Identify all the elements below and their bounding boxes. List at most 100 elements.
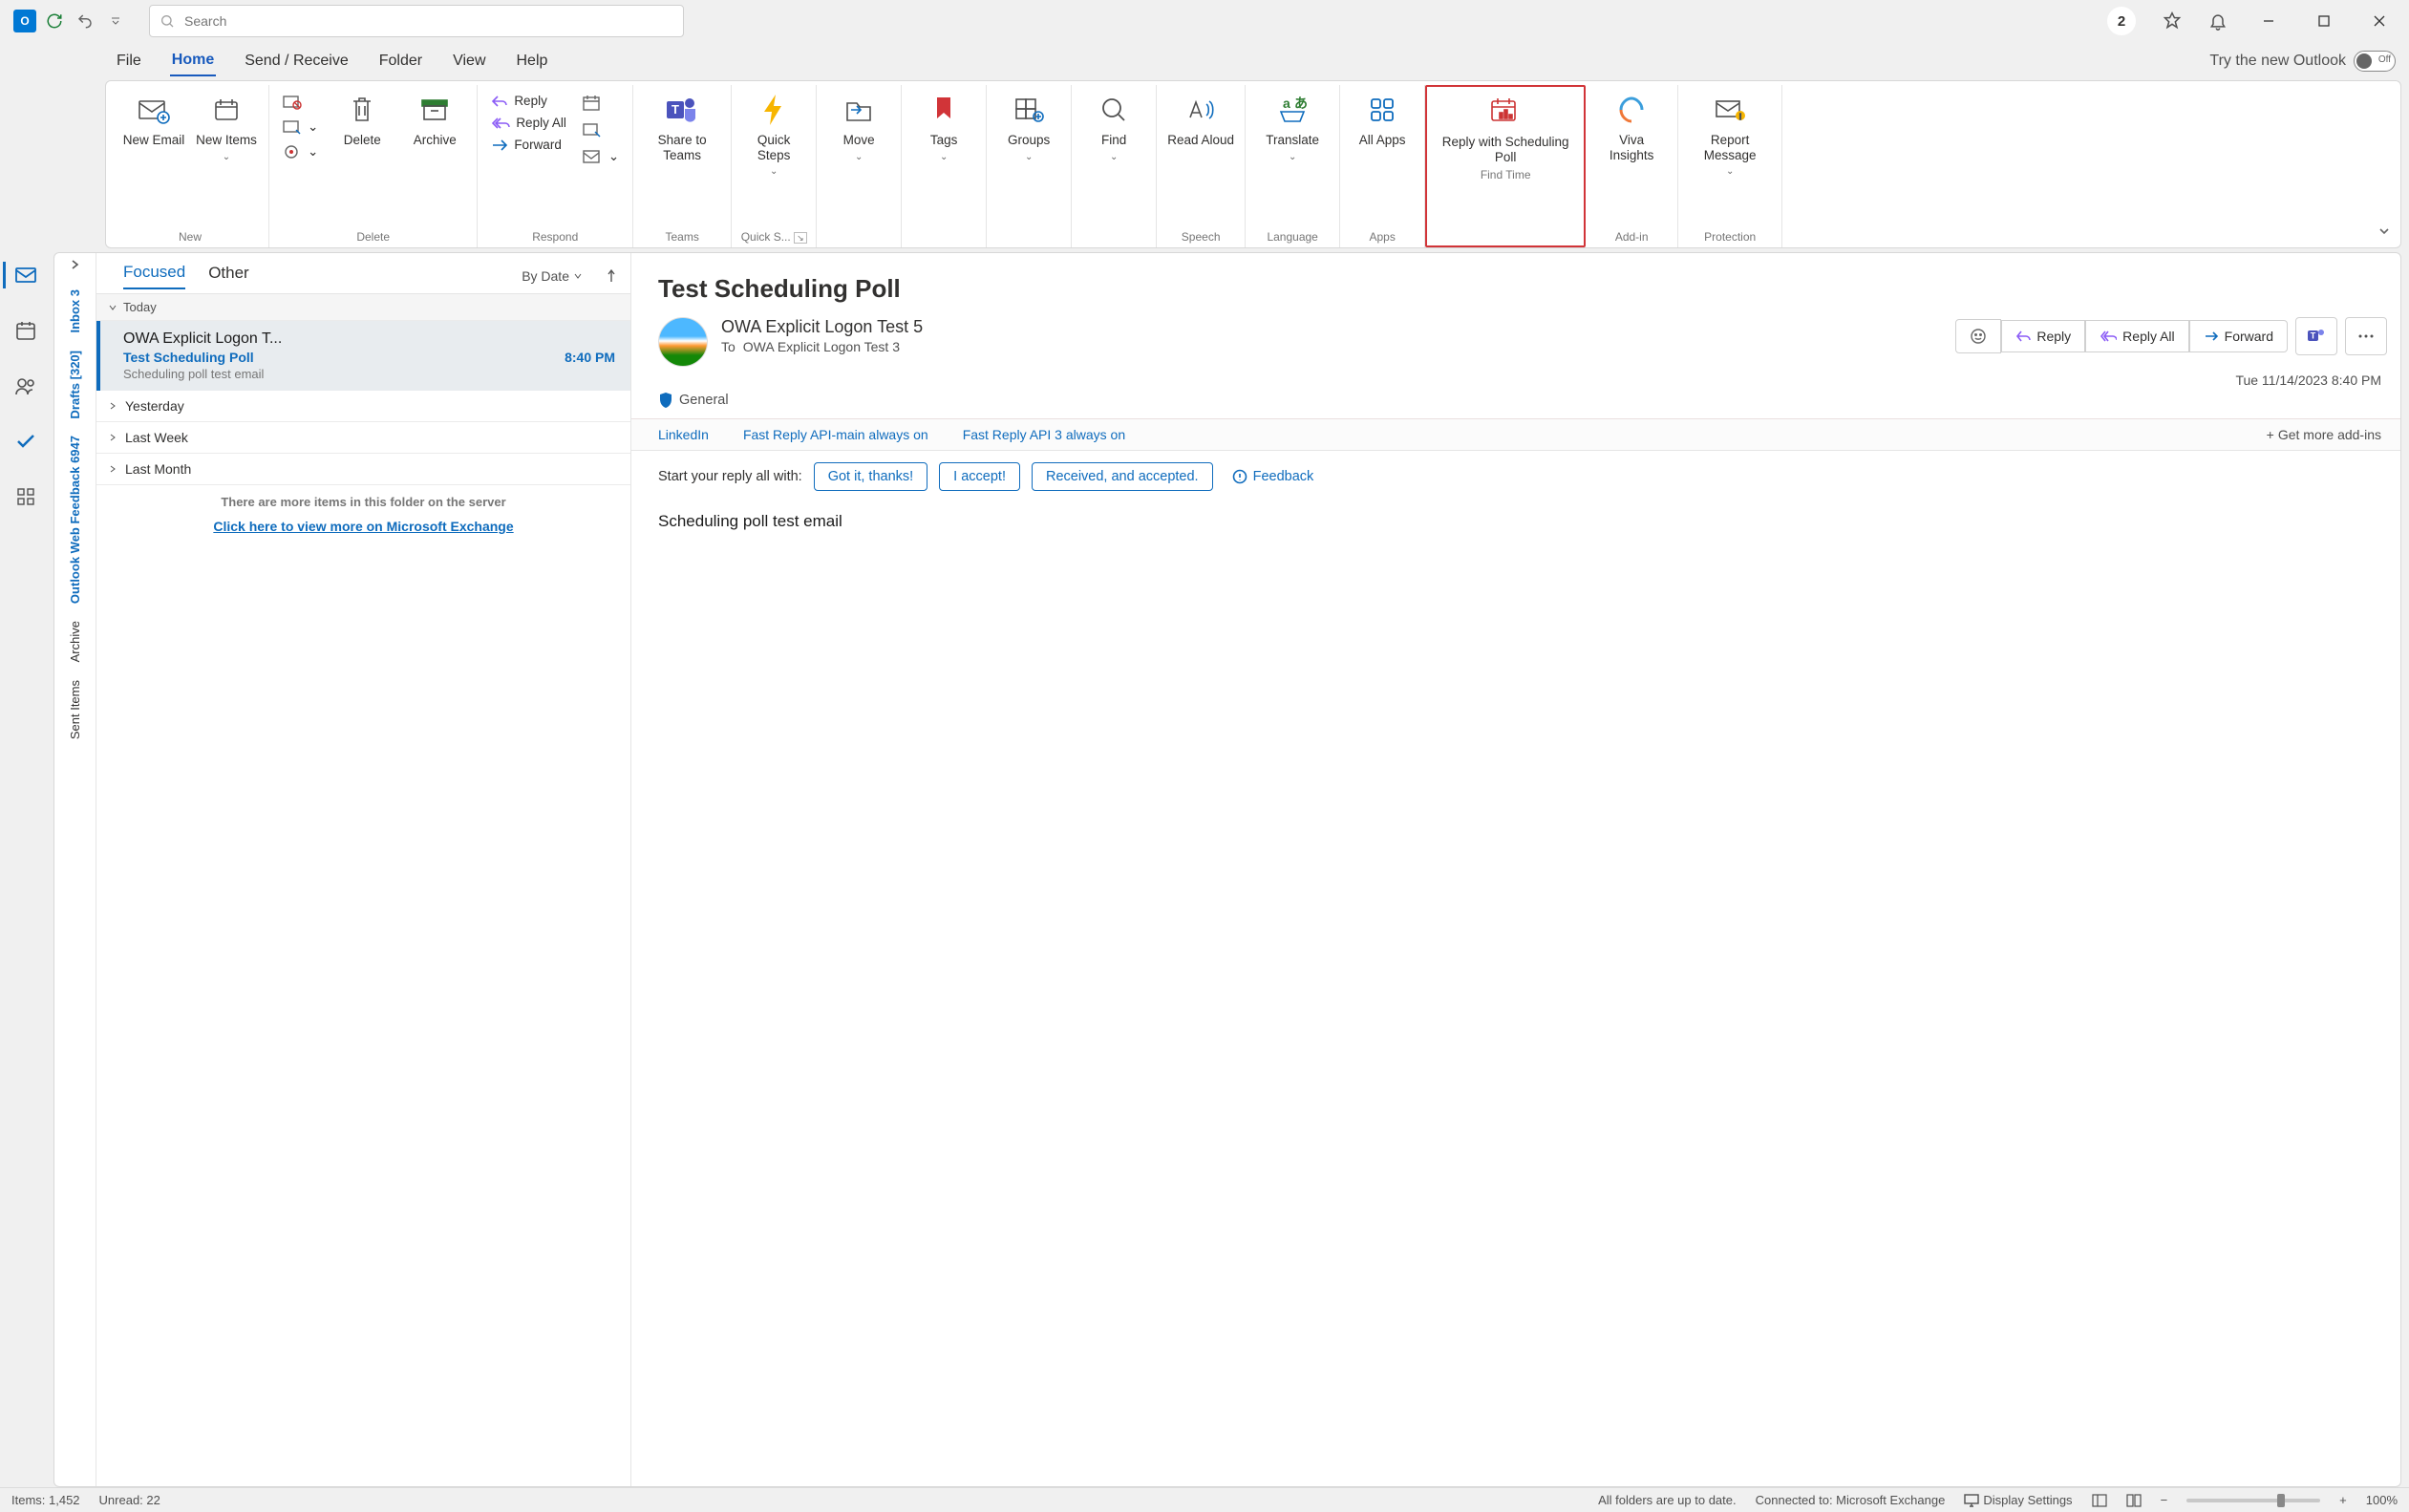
new-items-button[interactable]: New Items⌄ [192, 89, 261, 164]
quick-steps-button[interactable]: Quick Steps⌄ [739, 89, 808, 180]
rail-people-icon[interactable] [8, 369, 42, 403]
svg-text:あ: あ [1294, 96, 1308, 111]
folder-sent[interactable]: Sent Items [68, 674, 82, 745]
close-button[interactable] [2365, 14, 2394, 28]
junk-button[interactable]: ⌄ [279, 142, 322, 161]
viva-insights-button[interactable]: Viva Insights [1593, 89, 1670, 164]
date-header-lastweek[interactable]: Last Week [96, 422, 630, 454]
coming-soon-badge[interactable]: 2 [2107, 7, 2136, 35]
tab-help[interactable]: Help [515, 47, 550, 75]
view-more-exchange-link[interactable]: Click here to view more on Microsoft Exc… [96, 519, 630, 534]
date-header-lastmonth[interactable]: Last Month [96, 454, 630, 485]
quick-reply-chip-3[interactable]: Received, and accepted. [1032, 462, 1213, 491]
group-label-addin: Add-in [1593, 228, 1670, 247]
all-apps-button[interactable]: All Apps [1348, 89, 1417, 150]
get-more-addins[interactable]: + Get more add-ins [2267, 427, 2381, 442]
forward-action[interactable]: Forward [2189, 320, 2288, 352]
qat-dropdown-icon[interactable] [105, 11, 126, 32]
addin-fastreply-3[interactable]: Fast Reply API 3 always on [963, 427, 1125, 442]
reply-all-action[interactable]: Reply All [2085, 320, 2188, 352]
sender-name: OWA Explicit Logon Test 5 [721, 317, 923, 337]
forward-attachment-button[interactable] [578, 119, 623, 140]
rail-todo-icon[interactable] [8, 424, 42, 458]
feedback-link[interactable]: Feedback [1232, 469, 1314, 484]
premium-icon[interactable] [2163, 11, 2182, 31]
tab-send-receive[interactable]: Send / Receive [243, 47, 351, 75]
translate-button[interactable]: aあTranslate⌄ [1253, 89, 1332, 164]
rail-more-apps-icon[interactable] [8, 479, 42, 514]
ribbon-collapse-icon[interactable] [2377, 224, 2391, 238]
message-body: Scheduling poll test email [631, 502, 2400, 541]
mail-item-selected[interactable]: OWA Explicit Logon T... Test Scheduling … [96, 321, 630, 391]
minimize-button[interactable] [2254, 14, 2283, 28]
archive-button[interactable]: Archive [400, 89, 469, 150]
quick-reply-chip-2[interactable]: I accept! [939, 462, 1020, 491]
status-unread: Unread: 22 [99, 1493, 160, 1507]
try-new-outlook-toggle[interactable]: Off [2354, 51, 2396, 72]
view-normal-icon[interactable] [2092, 1494, 2107, 1507]
date-header-today[interactable]: Today [96, 294, 630, 321]
tab-folder[interactable]: Folder [377, 47, 424, 75]
tab-other[interactable]: Other [208, 264, 249, 288]
tab-focused[interactable]: Focused [123, 263, 185, 289]
tags-button[interactable]: Tags⌄ [909, 89, 978, 164]
group-label-findtime: Find Time [1435, 166, 1576, 185]
more-respond-button[interactable]: ⌄ [578, 146, 623, 167]
zoom-in-button[interactable]: + [2339, 1493, 2347, 1507]
folder-owf[interactable]: Outlook Web Feedback 6947 [68, 430, 82, 609]
folder-drafts[interactable]: Drafts [320] [68, 345, 82, 425]
zoom-level[interactable]: 100% [2366, 1493, 2398, 1507]
sort-direction-icon[interactable] [606, 268, 617, 284]
folder-inbox[interactable]: Inbox 3 [68, 284, 82, 339]
notifications-icon[interactable] [2208, 11, 2228, 31]
addin-fastreply-main[interactable]: Fast Reply API-main always on [743, 427, 928, 442]
tab-home[interactable]: Home [170, 46, 216, 76]
cleanup-button[interactable]: ⌄ [279, 117, 322, 137]
display-settings-button[interactable]: Display Settings [1964, 1493, 2072, 1507]
delete-button[interactable]: Delete [328, 89, 396, 150]
security-label: General [679, 393, 729, 408]
view-reading-icon[interactable] [2126, 1494, 2142, 1507]
new-email-button[interactable]: New Email [119, 89, 188, 150]
share-to-teams-button[interactable]: T Share to Teams [641, 89, 723, 164]
forward-button[interactable]: Forward [487, 137, 570, 153]
reply-button[interactable]: Reply [487, 93, 570, 109]
try-new-outlook-label: Try the new Outlook [2209, 53, 2346, 70]
reply-all-button[interactable]: Reply All [487, 115, 570, 131]
reply-with-scheduling-poll-button[interactable]: Reply with Scheduling Poll [1435, 91, 1576, 166]
rail-mail-icon[interactable] [8, 258, 42, 292]
quick-reply-chip-1[interactable]: Got it, thanks! [814, 462, 927, 491]
teams-chat-button[interactable]: T [2295, 317, 2337, 355]
more-actions-button[interactable] [2345, 317, 2387, 355]
reply-action[interactable]: Reply [2001, 320, 2085, 352]
outlook-app-icon: O [13, 10, 36, 32]
undo-icon[interactable] [75, 11, 96, 32]
groups-button[interactable]: Groups⌄ [994, 89, 1063, 164]
addin-linkedin[interactable]: LinkedIn [658, 427, 709, 442]
find-button[interactable]: Find⌄ [1079, 89, 1148, 164]
tab-view[interactable]: View [451, 47, 487, 75]
mail-time: 8:40 PM [565, 350, 615, 365]
folder-archive[interactable]: Archive [68, 615, 82, 668]
move-button[interactable]: Move⌄ [824, 89, 893, 164]
read-aloud-button[interactable]: Read Aloud [1164, 89, 1237, 150]
shield-icon [658, 392, 673, 409]
react-button[interactable] [1955, 319, 2001, 353]
tab-file[interactable]: File [115, 47, 143, 75]
quick-reply-label: Start your reply all with: [658, 469, 802, 484]
group-label-language: Language [1253, 228, 1332, 247]
meeting-button[interactable] [578, 93, 623, 114]
group-label-quicksteps: Quick S... ↘ [739, 228, 808, 247]
date-header-yesterday[interactable]: Yesterday [96, 391, 630, 422]
status-items: Items: 1,452 [11, 1493, 80, 1507]
expand-folder-pane-icon[interactable] [70, 259, 81, 270]
sort-by-date[interactable]: By Date [522, 268, 583, 284]
ignore-button[interactable] [279, 93, 322, 112]
zoom-slider[interactable] [2186, 1499, 2320, 1502]
sync-icon[interactable] [44, 11, 65, 32]
rail-calendar-icon[interactable] [8, 313, 42, 348]
zoom-out-button[interactable]: − [2161, 1493, 2168, 1507]
maximize-button[interactable] [2310, 14, 2338, 28]
search-input[interactable]: Search [149, 5, 684, 37]
report-message-button[interactable]: !Report Message⌄ [1686, 89, 1774, 180]
